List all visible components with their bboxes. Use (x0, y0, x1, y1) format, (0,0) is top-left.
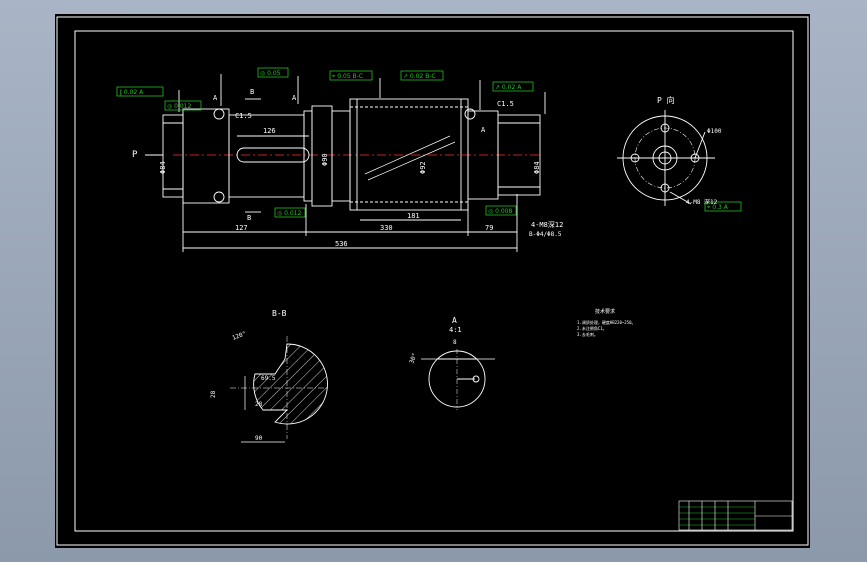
dia-mid: Φ92 (419, 161, 427, 174)
tolerance-frames: ∥ 0.02 A ◎ 0.012 ◎ 0.05 ◎ 0.012 ⌖ 0.05 B… (116, 67, 742, 218)
arrow-p-label: P (132, 150, 138, 160)
arrow-a-label-left: A (213, 94, 218, 102)
a-detail-view (421, 349, 495, 410)
p-view (617, 110, 715, 206)
dim-total: 536 (335, 240, 348, 248)
p-view-title: P 向 (657, 95, 675, 105)
main-view-texts: P A A A B B 536 127 330 79 126 181 C1.5 … (132, 88, 563, 248)
center-hole-note: B-Φ4/Φ8.5 (529, 231, 562, 238)
technical-requirements: 技术要求 1.调质处理，硬度HB220~250。 2.未注倒角C1。 3.去毛刺… (577, 308, 636, 337)
thread-note: 4-M8深12 (531, 220, 563, 229)
b-b-angle: 120° (231, 330, 247, 342)
a-detail-scale: 4:1 (449, 326, 462, 334)
b-b-section (230, 336, 329, 443)
chamfer-right: C1.5 (497, 100, 514, 108)
section-shape (253, 343, 328, 425)
shaft-left-stub (162, 114, 184, 198)
dim-keyway: 126 (263, 127, 276, 135)
b-b-dim-flat: 69.5 (261, 375, 276, 382)
arrow-b-label-top: B (250, 88, 254, 96)
b-b-dim-width: 28 (255, 401, 263, 408)
p-view-bolt-note: 4-M8 深12 (686, 198, 718, 206)
dia-right: Φ84 (533, 161, 541, 174)
p-view-pcd: Φ100 (707, 128, 722, 135)
dim-thread: 181 (407, 212, 420, 220)
tech-req-line: 2.未注倒角C1。 (577, 325, 607, 331)
dia-shoulder: Φ90 (321, 153, 329, 166)
a-detail-angle: 30° (408, 352, 418, 365)
tol-frame-8: ◎ 0.008 (488, 208, 513, 215)
tol-frame-2: ◎ 0.012 (167, 103, 192, 110)
tech-req-line: 3.去毛刺。 (577, 331, 598, 337)
b-b-title: B-B (272, 309, 287, 318)
left-journal (182, 108, 230, 204)
tol-frame-3: ◎ 0.05 (260, 70, 281, 77)
tol-frame-1: ∥ 0.02 A (119, 89, 144, 96)
arrow-a-label-right: A (481, 126, 486, 134)
chamfer-left: C1.5 (235, 112, 252, 120)
drawing-sheet: P A A A B B 536 127 330 79 126 181 C1.5 … (55, 14, 810, 548)
tech-req-line: 1.调质处理，硬度HB220~250。 (577, 319, 636, 325)
drawing-canvas: P A A A B B 536 127 330 79 126 181 C1.5 … (56, 16, 809, 546)
centre-hole-right (464, 108, 476, 120)
dia-left: Φ84 (159, 161, 167, 174)
b-b-dim-keyway: 90 (255, 435, 263, 442)
b-b-dim-height: 28 (210, 390, 217, 398)
arrow-a-label-mid: A (292, 94, 297, 102)
outer-border (56, 16, 809, 546)
dim-mid: 330 (380, 224, 393, 232)
dim-left: 127 (235, 224, 248, 232)
arrow-b-label-bottom: B (247, 214, 251, 222)
tol-frame-5: ⌖ 0.05 B-C (332, 73, 363, 80)
a-detail-width: 8 (453, 339, 457, 346)
tol-frame-4: ◎ 0.012 (277, 210, 302, 217)
dim-right: 79 (485, 224, 493, 232)
tol-frame-6: ↗ 0.02 B-C (403, 73, 436, 80)
title-block (678, 500, 793, 531)
tech-req-title: 技术要求 (595, 308, 615, 315)
a-detail-letter: A (452, 316, 457, 325)
tol-frame-7: ↗ 0.02 A (495, 84, 522, 91)
centre-hole-left (213, 108, 225, 120)
